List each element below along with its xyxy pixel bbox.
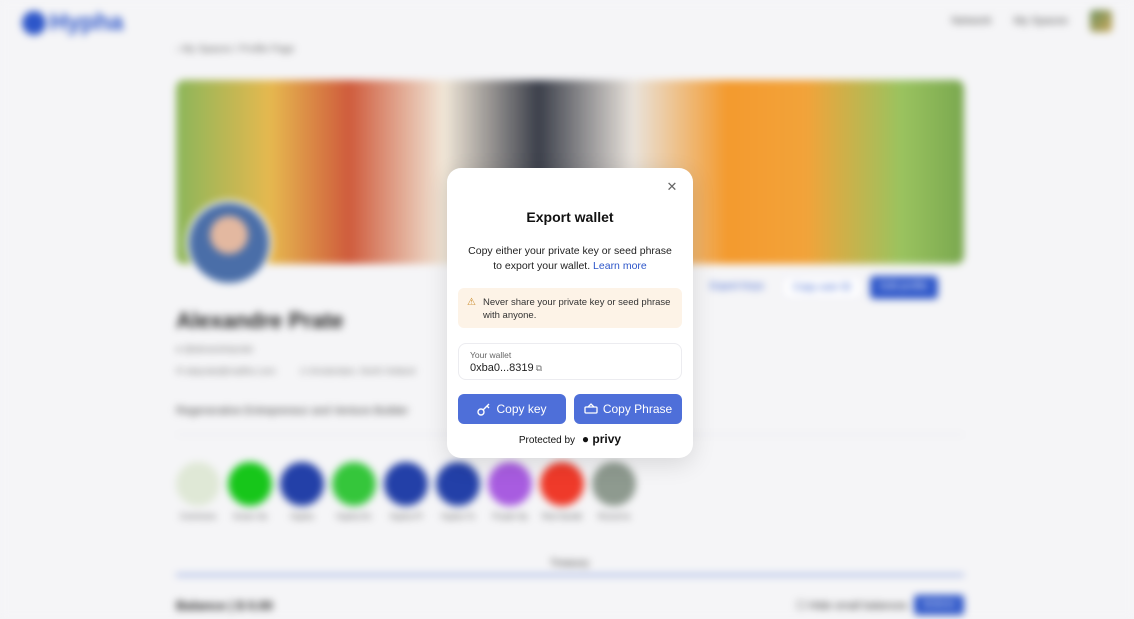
nav-network[interactable]: Network	[951, 15, 991, 27]
hide-small-label: Hide small balances	[808, 600, 908, 612]
copy-address-icon[interactable]: ⧉	[536, 363, 542, 373]
space-avatar	[384, 462, 428, 506]
space-label: Purple Sp	[492, 512, 528, 521]
profile-bio: Regenerative Entrepreneur and Venture Bu…	[176, 405, 409, 417]
space-avatar	[280, 462, 324, 506]
modal-description: Copy either your private key or seed phr…	[463, 244, 677, 274]
pin-icon: ●	[176, 344, 184, 354]
export-wallet-modal: ✕ Export wallet Copy either your private…	[447, 168, 693, 458]
handle-text: @alexandreprate	[183, 344, 254, 354]
modal-buttons: Copy key Copy Phrase	[458, 394, 682, 424]
space-label: Commons	[179, 512, 217, 521]
space-avatar	[332, 462, 376, 506]
copy-key-label: Copy key	[496, 402, 547, 416]
space-avatar	[176, 462, 220, 506]
privy-logo: ● privy	[582, 432, 621, 446]
learn-more-link[interactable]: Learn more	[593, 260, 647, 272]
actions-button[interactable]: Actions	[914, 595, 964, 615]
warning-box: ⚠ Never share your private key or seed p…	[458, 288, 682, 328]
protected-by: Protected by ● privy	[447, 432, 693, 446]
profile-meta: ✉ aleprate@mailfox.com ⊙ Amsterdam, Nort…	[176, 366, 415, 377]
space-item[interactable]: Green Sa	[228, 462, 272, 521]
space-avatar	[436, 462, 480, 506]
profile-handle: ● @alexandreprate	[176, 344, 253, 354]
nav-my-spaces[interactable]: My Spaces	[1014, 15, 1068, 27]
space-item[interactable]: Hypha Pl	[384, 462, 428, 521]
phrase-icon	[584, 403, 598, 414]
wallet-label: Your wallet	[470, 350, 512, 360]
space-item[interactable]: Hypha To	[436, 462, 480, 521]
copy-user-id-button[interactable]: Copy user ID	[781, 276, 863, 299]
breadcrumb-parent[interactable]: My Spaces	[182, 44, 231, 55]
breadcrumb-separator: /	[234, 44, 238, 55]
space-item[interactable]: Purple Sp	[488, 462, 532, 521]
logo-text: Hypha	[50, 9, 124, 36]
space-label: Hypha	[290, 512, 314, 521]
modal-title: Export wallet	[526, 209, 614, 225]
user-avatar[interactable]	[1090, 10, 1112, 32]
privy-brand-text: privy	[592, 432, 622, 446]
email-text: aleprate@mailfox.com	[186, 366, 276, 376]
page: Hypha Network My Spaces ‹ My Spaces / Pr…	[0, 0, 1134, 619]
space-label: Round la	[597, 512, 631, 521]
space-label: Hypha To	[441, 512, 475, 521]
tab-underline	[176, 574, 964, 576]
mail-icon: ✉	[176, 366, 187, 376]
space-label: Hypha Pl	[389, 512, 423, 521]
chevron-left-icon: ‹	[176, 44, 180, 55]
space-item[interactable]: Commons	[176, 462, 220, 521]
space-avatar	[488, 462, 532, 506]
export-keys-button[interactable]: Export Keys	[700, 276, 774, 299]
tab-treasury[interactable]: Treasury	[550, 558, 589, 569]
edit-profile-button[interactable]: Edit profile	[870, 276, 938, 299]
key-icon	[477, 403, 490, 416]
copy-phrase-label: Copy Phrase	[602, 402, 673, 416]
balance-text: Balance | $ 0.00	[176, 598, 273, 613]
wallet-address-row: 0xba0...8319 ⧉	[470, 362, 670, 374]
space-avatar	[228, 462, 272, 506]
protected-by-text: Protected by	[518, 435, 576, 446]
breadcrumb: ‹ My Spaces / Profile Page	[176, 44, 294, 55]
space-item[interactable]: Hypha En	[332, 462, 376, 521]
profile-location: ⊙ Amsterdam, North Holland	[300, 366, 416, 377]
space-item[interactable]: Round la	[592, 462, 636, 521]
space-label: Hypha En	[336, 512, 372, 521]
warning-icon: ⚠	[467, 297, 476, 308]
checkbox-icon[interactable]: ☐	[796, 600, 809, 612]
privy-dot-icon: ●	[581, 432, 590, 446]
space-item[interactable]: Red Sandb	[540, 462, 584, 521]
spaces-list: Commons Green Sa Hypha Hypha En Hypha Pl Hyph…	[176, 462, 636, 521]
breadcrumb-current: Profile Page	[239, 44, 295, 55]
logo-icon	[22, 11, 46, 35]
profile-avatar	[186, 200, 272, 286]
space-label: Green Sa	[232, 512, 268, 521]
app-logo[interactable]: Hypha	[22, 9, 123, 37]
top-nav: Network My Spaces	[951, 10, 1112, 32]
location-icon: ⊙	[299, 366, 310, 376]
copy-key-button[interactable]: Copy key	[458, 394, 566, 424]
space-label: Red Sandb	[541, 512, 583, 521]
warning-text: Never share your private key or seed phr…	[483, 297, 671, 321]
wallet-box: Your wallet 0xba0...8319 ⧉	[458, 343, 682, 380]
wallet-address: 0xba0...8319	[470, 362, 534, 374]
profile-name: Alexandre Prate	[176, 308, 344, 333]
profile-email: ✉ aleprate@mailfox.com	[176, 366, 276, 377]
space-avatar	[540, 462, 584, 506]
copy-phrase-button[interactable]: Copy Phrase	[574, 394, 682, 424]
close-icon[interactable]: ✕	[665, 180, 679, 194]
profile-actions: Export Keys Copy user ID Edit profile	[700, 276, 938, 299]
space-avatar	[592, 462, 636, 506]
hide-small-balances[interactable]: ☐ Hide small balances	[796, 599, 907, 612]
location-text: Amsterdam, North Holland	[309, 366, 416, 376]
space-item[interactable]: Hypha	[280, 462, 324, 521]
